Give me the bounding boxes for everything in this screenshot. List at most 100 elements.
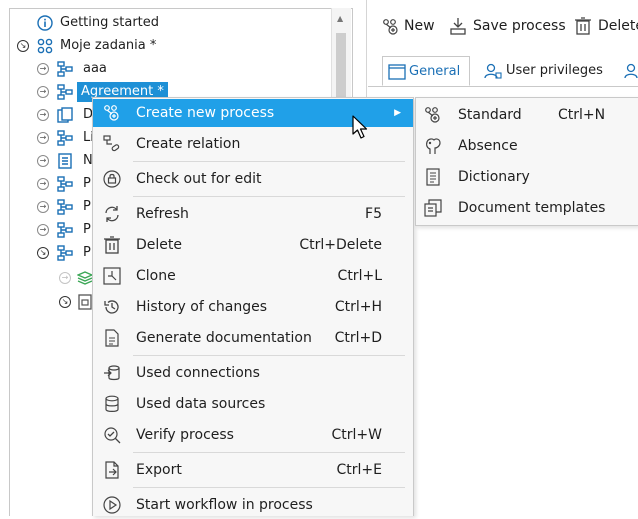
menu-item-label: Generate documentation <box>136 330 312 346</box>
process-icon <box>57 176 73 192</box>
form-icon <box>57 153 73 169</box>
tree-item-label: P <box>83 199 91 214</box>
expand-icon[interactable]: → <box>37 109 49 121</box>
lock-icon <box>103 170 121 188</box>
submenu-item-dictionary[interactable]: Dictionary <box>416 162 638 192</box>
menu-item-label: Create relation <box>136 136 241 152</box>
menu-item-shortcut: Ctrl+D <box>334 330 382 346</box>
collapse-icon[interactable]: ↘ <box>59 296 71 308</box>
create-process-submenu: Standard Ctrl+N Absence Dictionary Docum… <box>415 97 638 226</box>
menu-item-shortcut: Ctrl+L <box>337 268 382 284</box>
menu-item-shortcut: Ctrl+Delete <box>299 237 382 253</box>
toolbar: New Save process Delete <box>368 0 638 46</box>
menu-item-label: Create new process <box>136 105 275 121</box>
tasks-icon <box>37 38 53 54</box>
info-icon <box>37 15 53 31</box>
expand-icon[interactable]: → <box>37 201 49 213</box>
menu-item-shortcut: Ctrl+H <box>334 299 382 315</box>
menu-item-label: Used data sources <box>136 396 266 412</box>
tree-item-label: Getting started <box>60 15 160 30</box>
tree-item-label: P <box>83 176 91 191</box>
absence-icon <box>424 137 442 155</box>
tree-item-label: aaa <box>83 61 107 76</box>
expand-icon[interactable]: → <box>37 86 49 98</box>
expand-icon[interactable]: → <box>37 63 49 75</box>
menu-item-used-data-sources[interactable]: Used data sources <box>93 390 413 418</box>
tab-label: General <box>409 64 461 79</box>
submenu-item-label: Document templates <box>458 200 606 216</box>
tab-more[interactable] <box>618 56 638 86</box>
document-templates-icon <box>424 199 442 217</box>
menu-item-refresh[interactable]: Refresh F5 <box>93 200 413 228</box>
document-icon <box>77 294 93 310</box>
play-icon <box>103 496 121 514</box>
process-icon <box>57 84 73 100</box>
document-icon <box>103 329 121 347</box>
menu-item-generate-documentation[interactable]: Generate documentation Ctrl+D <box>93 324 413 352</box>
refresh-icon <box>103 205 121 223</box>
tree-item-label: P <box>83 245 91 260</box>
database-icon <box>103 395 121 413</box>
history-icon <box>103 298 121 316</box>
submenu-item-label: Dictionary <box>458 169 530 185</box>
menu-item-shortcut: F5 <box>365 206 382 222</box>
submenu-item-standard[interactable]: Standard Ctrl+N <box>416 100 638 130</box>
menu-separator <box>133 487 405 488</box>
menu-item-shortcut: Ctrl+E <box>336 462 383 478</box>
connections-icon <box>103 364 121 382</box>
tree-item-label: P <box>83 222 91 237</box>
menu-item-clone[interactable]: Clone Ctrl+L <box>93 262 413 290</box>
collapse-icon[interactable]: ↘ <box>37 247 49 259</box>
process-icon <box>57 61 73 77</box>
menu-item-history[interactable]: History of changes Ctrl+H <box>93 293 413 321</box>
process-icon <box>57 130 73 146</box>
menu-separator <box>133 452 405 453</box>
collapse-icon[interactable]: ↘ <box>17 40 29 52</box>
new-process-icon <box>424 106 442 124</box>
clone-icon <box>103 267 121 285</box>
menu-item-shortcut: Ctrl+W <box>331 427 382 443</box>
menu-item-label: Verify process <box>136 427 234 443</box>
submenu-item-absence[interactable]: Absence <box>416 131 638 161</box>
menu-item-label: Delete <box>136 237 182 253</box>
new-process-icon <box>103 104 121 122</box>
expand-icon[interactable]: → <box>37 224 49 236</box>
expand-icon[interactable]: → <box>37 155 49 167</box>
menu-item-check-out[interactable]: Check out for edit <box>93 165 413 193</box>
tab-strip: General User privileges <box>368 52 638 87</box>
user-lock-icon <box>484 63 502 79</box>
tab-general[interactable]: General <box>382 56 470 86</box>
new-process-icon <box>382 18 400 36</box>
relation-icon <box>103 135 121 153</box>
submenu-item-shortcut: Ctrl+N <box>558 107 606 123</box>
menu-item-delete[interactable]: Delete Ctrl+Delete <box>93 231 413 259</box>
window-icon <box>388 64 406 80</box>
menu-separator <box>133 355 405 356</box>
expand-icon[interactable]: → <box>59 272 71 284</box>
process-icon <box>57 245 73 261</box>
expand-icon[interactable]: → <box>37 178 49 190</box>
process-icon <box>57 199 73 215</box>
layers-icon <box>77 270 93 286</box>
menu-item-label: History of changes <box>136 299 268 315</box>
menu-item-verify-process[interactable]: Verify process Ctrl+W <box>93 421 413 449</box>
scroll-up-icon[interactable]: ▲ <box>337 14 343 23</box>
process-icon <box>57 222 73 238</box>
menu-item-label: Refresh <box>136 206 189 222</box>
expand-icon[interactable]: → <box>37 132 49 144</box>
menu-separator <box>133 161 405 162</box>
context-menu: Create new process ▶ Create relation Che… <box>92 97 414 516</box>
menu-item-label: Clone <box>136 268 176 284</box>
menu-item-label: Check out for edit <box>136 171 262 187</box>
mouse-cursor-icon <box>352 115 372 141</box>
submenu-item-document-templates[interactable]: Document templates <box>416 193 638 223</box>
tab-user-privileges[interactable]: User privileges <box>480 56 610 86</box>
delete-button-label: Delete <box>598 18 638 34</box>
trash-icon <box>574 17 592 35</box>
menu-item-label: Used connections <box>136 365 260 381</box>
menu-item-export[interactable]: Export Ctrl+E <box>93 456 413 484</box>
menu-item-used-connections[interactable]: Used connections <box>93 359 413 387</box>
new-button-label: New <box>404 18 435 34</box>
menu-item-label: Export <box>136 462 182 478</box>
submenu-item-label: Standard <box>458 107 522 123</box>
